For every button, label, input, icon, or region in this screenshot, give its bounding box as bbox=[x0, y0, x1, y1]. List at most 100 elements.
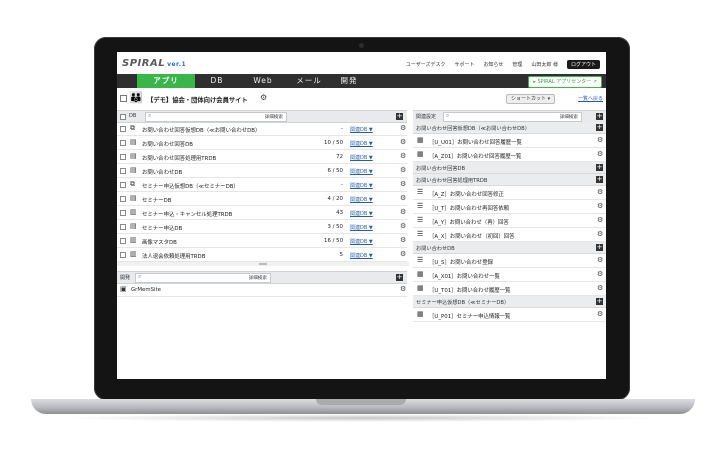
gear-icon[interactable]: ⚙ bbox=[597, 256, 603, 264]
add-dev-button[interactable]: + bbox=[396, 274, 403, 281]
add-setting-button[interactable]: + bbox=[596, 298, 603, 305]
db-name[interactable]: セミナー申込DB bbox=[142, 224, 182, 232]
row-checkbox[interactable] bbox=[120, 224, 126, 230]
related-setting-row[interactable]: ☰ ［A_Y］お問い合わせ（再）回答 ⚙ bbox=[413, 214, 606, 228]
table-row[interactable]: ▤ セミナーDB 4 / 20 関連DB ▼ ⚙ bbox=[117, 192, 407, 206]
gear-icon[interactable]: ⚙ bbox=[400, 180, 406, 188]
gear-icon[interactable]: ⚙ bbox=[597, 150, 603, 158]
table-row[interactable]: ▤ お問い合わせ回答処理用TRDB 72 関連DB ▼ ⚙ bbox=[117, 150, 407, 164]
gear-icon[interactable]: ⚙ bbox=[400, 222, 406, 230]
tab-app[interactable]: アプリ bbox=[137, 74, 195, 88]
gear-icon[interactable]: ⚙ bbox=[597, 284, 603, 292]
gear-icon[interactable]: ⚙ bbox=[400, 285, 406, 293]
related-db-dropdown[interactable]: 関連DB ▼ bbox=[350, 168, 373, 175]
setting-name[interactable]: ［A_Z］お問い合わせ回答修正 bbox=[429, 190, 504, 198]
table-row[interactable]: ▤ セミナー申込DB 3 / 50 関連DB ▼ ⚙ bbox=[117, 220, 407, 234]
table-row[interactable]: ⧉ セミナー申込仮想DB（≪セミナーDB） - 関連DB ▼ ⚙ bbox=[117, 178, 407, 192]
setting-name[interactable]: ［U_U01］お問い合わせ回答履歴一覧 bbox=[429, 138, 522, 146]
db-name[interactable]: 画像マスタDB bbox=[142, 238, 177, 246]
db-name[interactable]: セミナー申込・キャンセル処理TRDB bbox=[142, 210, 232, 218]
setting-name[interactable]: ［A_X01］お問い合わせ一覧 bbox=[429, 272, 500, 280]
setting-name[interactable]: ［U_T01］お問い合わせ履歴一覧 bbox=[429, 286, 510, 294]
back-to-list-link[interactable]: 一覧へ戻る bbox=[578, 95, 603, 102]
db-name[interactable]: お問い合わせ回答仮想DB（≪お問い合わせDB） bbox=[142, 126, 260, 134]
admin-link[interactable]: 管理 bbox=[512, 61, 522, 68]
dev-advanced-search[interactable]: 詳細検索 bbox=[249, 275, 267, 281]
tab-dev[interactable]: 開発 bbox=[331, 74, 367, 88]
related-db-dropdown[interactable]: 関連DB ▼ bbox=[350, 238, 373, 245]
shortcut-dropdown[interactable]: ショートカット ▾ bbox=[506, 94, 556, 104]
spiral-logo[interactable]: SPIRAL ver.1 bbox=[122, 58, 186, 69]
gear-icon[interactable]: ⚙ bbox=[260, 93, 267, 102]
add-setting-button[interactable]: + bbox=[596, 124, 603, 131]
related-db-dropdown[interactable]: 関連DB ▼ bbox=[350, 196, 373, 203]
gear-icon[interactable]: ⚙ bbox=[400, 166, 406, 174]
gear-icon[interactable]: ⚙ bbox=[400, 250, 406, 258]
db-name[interactable]: セミナー申込仮想DB（≪セミナーDB） bbox=[142, 182, 239, 190]
users-desk-link[interactable]: ユーザーズデスク bbox=[406, 61, 446, 68]
add-related-button[interactable]: + bbox=[596, 113, 603, 120]
gear-icon[interactable]: ⚙ bbox=[400, 152, 406, 160]
related-setting-row[interactable]: ☰ ［A_X］お問い合わせ（初回）回答 ⚙ bbox=[413, 228, 606, 242]
tab-mail[interactable]: メール bbox=[287, 74, 331, 88]
db-name[interactable]: お問い合わせ回答DB bbox=[142, 140, 193, 148]
row-checkbox[interactable] bbox=[120, 210, 126, 216]
row-checkbox[interactable] bbox=[120, 126, 126, 132]
related-advanced-search[interactable]: 詳細検索 bbox=[560, 114, 578, 120]
db-list-scrollbar[interactable] bbox=[117, 262, 409, 266]
db-name[interactable]: お問い合わせDB bbox=[142, 168, 182, 176]
related-db-dropdown[interactable]: 関連DB ▼ bbox=[350, 154, 373, 161]
user-name[interactable]: 山田太郎 様 bbox=[531, 61, 558, 68]
setting-name[interactable]: ［A_Y］お問い合わせ（再）回答 bbox=[429, 218, 509, 226]
table-row[interactable]: ▤ お問い合わせ回答DB 10 / 50 関連DB ▼ ⚙ bbox=[117, 136, 407, 150]
db-search-input[interactable]: ⌕ 詳細検索 bbox=[145, 112, 287, 122]
related-setting-row[interactable]: ▦ ［A_Z01］お問い合わせ回答履歴一覧 ⚙ bbox=[413, 148, 606, 162]
list-item[interactable]: ▣ GrMemSite ⚙ bbox=[117, 283, 407, 297]
collapse-toggle[interactable] bbox=[120, 95, 127, 102]
related-search-input[interactable]: ⌕ 詳細検索 bbox=[443, 112, 582, 122]
related-setting-row[interactable]: ☰ ［U_T］お問い合わせ再回答依頼 ⚙ bbox=[413, 200, 606, 214]
gear-icon[interactable]: ⚙ bbox=[597, 188, 603, 196]
add-db-button[interactable]: + bbox=[396, 113, 403, 120]
table-row[interactable]: ▥ セミナー申込・キャンセル処理TRDB 43 関連DB ▼ ⚙ bbox=[117, 206, 407, 220]
gear-icon[interactable]: ⚙ bbox=[597, 202, 603, 210]
related-db-dropdown[interactable]: 関連DB ▼ bbox=[350, 126, 373, 133]
add-setting-button[interactable]: + bbox=[596, 176, 603, 183]
related-setting-row[interactable]: ☰ ［U_S］お問い合わせ登録 ⚙ bbox=[413, 254, 606, 268]
related-db-dropdown[interactable]: 関連DB ▼ bbox=[350, 224, 373, 231]
row-checkbox[interactable] bbox=[120, 196, 126, 202]
select-all-checkbox[interactable] bbox=[120, 114, 126, 120]
app-center-button[interactable]: ▸ SPIRAL アプリセンター ↗ bbox=[528, 76, 602, 88]
db-name[interactable]: お問い合わせ回答処理用TRDB bbox=[142, 154, 216, 162]
related-db-dropdown[interactable]: 関連DB ▼ bbox=[350, 140, 373, 147]
gear-icon[interactable]: ⚙ bbox=[597, 310, 603, 318]
setting-name[interactable]: ［U_T］お問い合わせ再回答依頼 bbox=[429, 204, 509, 212]
related-db-dropdown[interactable]: 関連DB ▼ bbox=[350, 182, 373, 189]
news-link[interactable]: お知らせ bbox=[483, 61, 503, 68]
table-row[interactable]: ▥ 法人退会依頼処理用TRDB 5 関連DB ▼ ⚙ bbox=[117, 248, 407, 262]
table-row[interactable]: ⧉ お問い合わせ回答仮想DB（≪お問い合わせDB） - 関連DB ▼ ⚙ bbox=[117, 122, 407, 136]
related-db-dropdown[interactable]: 関連DB ▼ bbox=[350, 210, 373, 217]
db-name[interactable]: 法人退会依頼処理用TRDB bbox=[142, 252, 205, 260]
table-row[interactable]: ▤ お問い合わせDB 6 / 50 関連DB ▼ ⚙ bbox=[117, 164, 407, 178]
related-setting-row[interactable]: ▦ ［A_X01］お問い合わせ一覧 ⚙ bbox=[413, 268, 606, 282]
row-checkbox[interactable] bbox=[120, 140, 126, 146]
related-setting-row[interactable]: ▦ ［U_U01］お問い合わせ回答履歴一覧 ⚙ bbox=[413, 134, 606, 148]
add-setting-button[interactable]: + bbox=[596, 244, 603, 251]
tab-web[interactable]: Web bbox=[239, 74, 287, 88]
row-checkbox[interactable] bbox=[120, 252, 126, 258]
gear-icon[interactable]: ⚙ bbox=[597, 136, 603, 144]
dev-item-name[interactable]: GrMemSite bbox=[131, 287, 161, 293]
gear-icon[interactable]: ⚙ bbox=[597, 230, 603, 238]
row-checkbox[interactable] bbox=[120, 154, 126, 160]
dev-search-input[interactable]: ⌕ 詳細検索 bbox=[135, 273, 271, 283]
gear-icon[interactable]: ⚙ bbox=[597, 270, 603, 278]
db-advanced-search[interactable]: 詳細検索 bbox=[265, 114, 283, 120]
db-name[interactable]: セミナーDB bbox=[142, 196, 171, 204]
row-checkbox[interactable] bbox=[120, 182, 126, 188]
tab-db[interactable]: DB bbox=[195, 74, 239, 88]
gear-icon[interactable]: ⚙ bbox=[400, 124, 406, 132]
table-row[interactable]: ▥ 画像マスタDB 16 / 50 関連DB ▼ ⚙ bbox=[117, 234, 407, 248]
scroll-thumb[interactable] bbox=[259, 263, 267, 265]
add-setting-button[interactable]: + bbox=[596, 164, 603, 171]
